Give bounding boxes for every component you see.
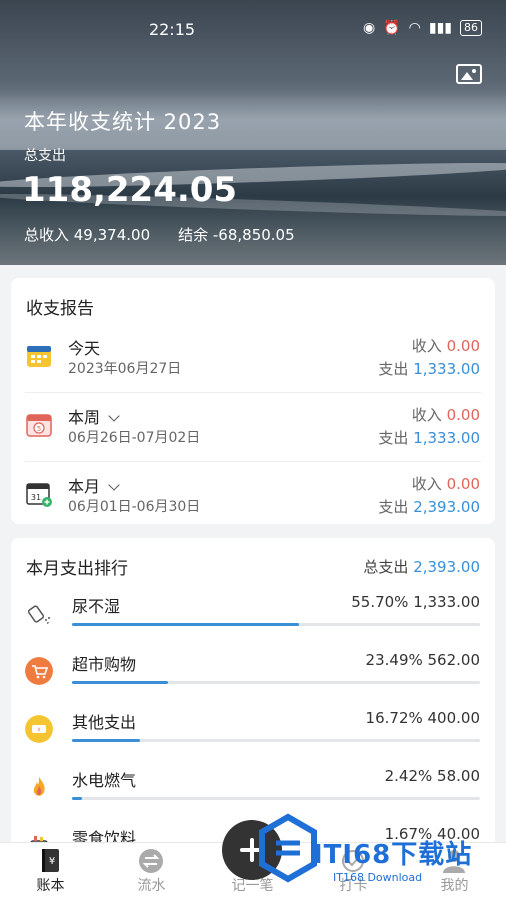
rank-value: 23.49% 562.00 [365,651,480,669]
watermark-emblem-icon [259,813,317,883]
status-icons: ◉ ⏰ ◠ ▮▮▮ 86 [363,20,482,36]
signal-icon: ▮▮▮ [428,20,452,36]
rank-bar-fill [72,739,141,742]
rank-name: 尿不湿 [72,597,121,616]
report-expense: 支出 1,333.00 [378,360,480,378]
calendar-month-icon: 31 [26,483,52,507]
svg-text:¥: ¥ [37,728,40,734]
rank-item[interactable]: 尿不湿 55.70% 1,333.00 [11,585,495,643]
header-summary: 总收入 49,374.00 结余 -68,850.05 [24,224,295,245]
balance: 结余 -68,850.05 [178,226,295,244]
rank-item[interactable]: ¥ 其他支出 16.72% 400.00 [11,701,495,759]
diaper-icon [27,605,50,624]
calendar-today-icon [27,346,51,367]
nav-ledger[interactable]: ¥ 账本 [0,843,101,901]
rank-name: 水电燃气 [72,771,137,790]
watermark-logo: ITI68下载站 IT168 Download [258,808,498,888]
chevron-down-icon [108,410,120,422]
rank-bar-fill [72,797,82,800]
rank-bar [72,797,480,800]
cart-icon [25,657,53,685]
svg-text:31: 31 [31,493,41,502]
report-label[interactable]: 本周 [68,404,120,428]
rank-bar [72,681,480,684]
exchange-icon [139,849,163,873]
nav-label: 账本 [36,878,65,894]
divider [25,392,481,393]
ranking-title: 本月支出排行 [26,559,128,579]
nav-label: 流水 [137,878,166,894]
ledger-icon: ¥ [42,849,59,872]
report-row-today[interactable]: 今天 2023年06月27日 收入 0.00 支出 1,333.00 [11,325,495,393]
report-card: 收支报告 今天 2023年06月27日 收入 0.00 支出 1,333.00 … [11,278,495,524]
flame-icon [33,777,45,796]
status-time: 22:15 [148,20,196,39]
ranking-total: 总支出 2,393.00 [363,558,480,576]
change-background-icon[interactable] [456,64,482,84]
total-expense-label: 总支出 [24,148,66,164]
divider [25,461,481,462]
report-label: 今天 [68,339,101,358]
report-row-week[interactable]: 5 本周 06月26日-07月02日 收入 0.00 支出 1,333.00 [11,394,495,462]
report-date: 06月26日-07月02日 [68,430,201,446]
rank-item[interactable]: 超市购物 23.49% 562.00 [11,643,495,701]
rank-bar-fill [72,623,300,626]
report-title: 收支报告 [26,299,94,319]
calendar-week-icon: 5 [26,414,52,437]
header-banner: 22:15 ◉ ⏰ ◠ ▮▮▮ 86 本年收支统计 2023 总支出 118,2… [0,0,506,265]
report-income: 收入 0.00 [411,337,480,355]
report-row-month[interactable]: 31 本月 06月01日-06月30日 收入 0.00 支出 2,393.00 [11,463,495,531]
chevron-down-icon [108,479,120,491]
tag-icon: ¥ [25,715,53,743]
total-income: 总收入 49,374.00 [24,226,151,244]
alarm-icon: ⏰ [383,20,401,36]
plus-icon-vertical [250,838,254,862]
page-title: 本年收支统计 2023 [24,110,222,134]
wifi-icon: ◠ [408,20,421,36]
nav-flow[interactable]: 流水 [101,843,202,901]
total-expense-value: 118,224.05 [22,170,238,210]
report-label[interactable]: 本月 [68,473,120,497]
report-date: 2023年06月27日 [68,361,182,377]
rank-value: 16.72% 400.00 [365,709,480,727]
rank-bar-fill [72,681,168,684]
report-income: 收入 0.00 [411,406,480,424]
watermark-subtext: IT168 Download [333,871,423,884]
battery-icon: 86 [460,20,482,36]
svg-text:¥: ¥ [49,856,55,867]
status-bar: 22:15 ◉ ⏰ ◠ ▮▮▮ 86 [0,18,506,42]
report-expense: 支出 2,393.00 [378,498,480,516]
watermark-text: ITI68下载站 [313,840,473,870]
report-date: 06月01日-06月30日 [68,499,201,515]
rank-bar [72,739,480,742]
svg-text:5: 5 [37,425,41,433]
rank-bar [72,623,480,626]
report-expense: 支出 1,333.00 [378,429,480,447]
rank-name: 超市购物 [72,655,137,674]
rank-name: 其他支出 [72,713,137,732]
report-income: 收入 0.00 [411,475,480,493]
rank-value: 2.42% 58.00 [384,767,480,785]
rank-value: 55.70% 1,333.00 [351,593,480,611]
eye-icon: ◉ [363,20,376,36]
